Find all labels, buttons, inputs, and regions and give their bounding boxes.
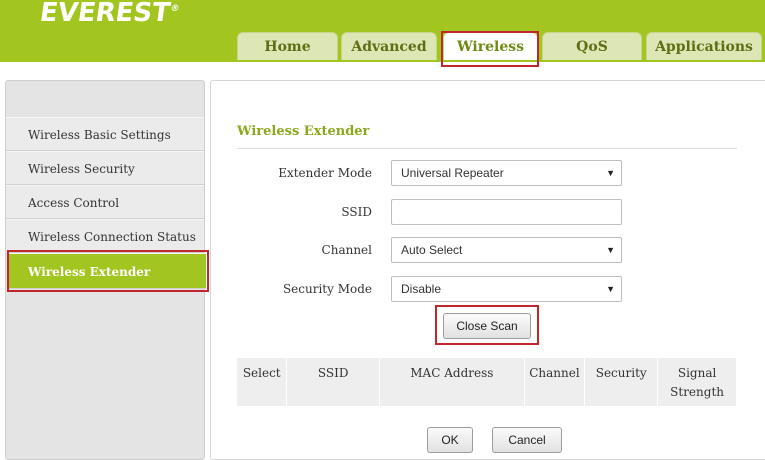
channel-label: Channel xyxy=(321,243,372,257)
column-header-channel: Channel xyxy=(523,358,585,406)
sidebar-item-wireless-connection-status[interactable]: Wireless Connection Status xyxy=(6,219,204,253)
tab-advanced[interactable]: Advanced xyxy=(341,32,437,60)
tab-applications[interactable]: Applications xyxy=(646,32,762,60)
tab-qos[interactable]: QoS xyxy=(542,32,642,60)
ok-button[interactable]: OK xyxy=(427,427,473,453)
extender-mode-value: Universal Repeater xyxy=(401,166,504,180)
cancel-button[interactable]: Cancel xyxy=(492,427,562,453)
security-mode-value: Disable xyxy=(401,282,442,296)
ssid-input[interactable] xyxy=(391,199,622,225)
dropdown-arrow-icon: ▼ xyxy=(606,284,615,294)
section-divider xyxy=(237,148,737,149)
sidebar-item-wireless-extender[interactable]: Wireless Extender xyxy=(8,253,206,289)
everest-logo: EVEREST® xyxy=(37,0,181,28)
close-scan-button[interactable]: Close Scan xyxy=(443,313,531,339)
dropdown-arrow-icon: ▼ xyxy=(606,245,615,255)
extender-mode-select[interactable]: Universal Repeater ▼ xyxy=(391,160,622,186)
table-header-row: Select SSID MAC Address Channel Security… xyxy=(237,358,736,406)
sidebar-item-wireless-basic-settings[interactable]: Wireless Basic Settings xyxy=(6,117,204,151)
extender-mode-label: Extender Mode xyxy=(278,166,372,180)
section-title: Wireless Extender xyxy=(237,124,370,139)
sidebar-item-wireless-security[interactable]: Wireless Security xyxy=(6,151,204,185)
column-header-ssid: SSID xyxy=(286,358,380,406)
channel-value: Auto Select xyxy=(401,243,463,257)
security-mode-select[interactable]: Disable ▼ xyxy=(391,276,622,302)
tab-wireless[interactable]: Wireless xyxy=(443,32,538,60)
column-header-mac-address: MAC Address xyxy=(379,358,525,406)
column-header-select: Select xyxy=(242,366,281,380)
tab-home[interactable]: Home xyxy=(237,32,338,60)
column-header-signal-strength: Signal Strength xyxy=(657,358,736,406)
ssid-label: SSID xyxy=(341,205,372,219)
scan-results-table: Select SSID MAC Address Channel Security… xyxy=(237,358,736,406)
dropdown-arrow-icon: ▼ xyxy=(606,168,615,178)
security-mode-label: Security Mode xyxy=(282,282,372,296)
channel-select[interactable]: Auto Select ▼ xyxy=(391,237,622,263)
column-header-security: Security xyxy=(584,358,658,406)
sidebar-item-access-control[interactable]: Access Control xyxy=(6,185,204,219)
